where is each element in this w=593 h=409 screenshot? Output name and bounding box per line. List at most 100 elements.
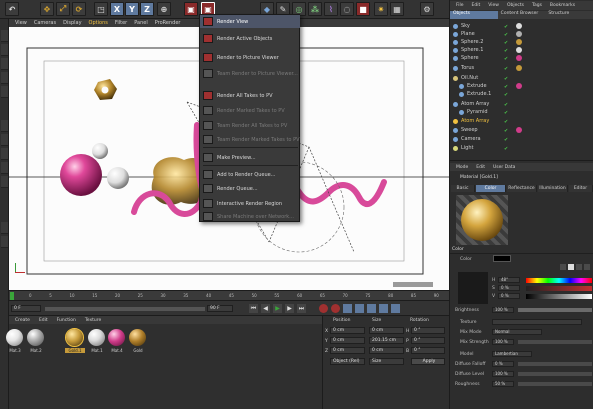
check-icon[interactable]: ✔	[504, 32, 509, 38]
s-slider[interactable]	[526, 286, 592, 291]
object-row[interactable]: Atom Array ✔	[450, 100, 593, 108]
timeline-ruler[interactable]: 0 5 10 15 20 25 30 35 40 45 50 55 60 65 …	[9, 290, 449, 300]
world-icon[interactable]: ⊕	[157, 2, 171, 16]
material-menu-function[interactable]: Function	[57, 318, 76, 323]
autokey-icon[interactable]	[331, 304, 340, 313]
material-tag[interactable]	[516, 23, 522, 29]
material-swatch-mat2[interactable]	[27, 329, 44, 346]
roughness-field[interactable]: 50 %	[492, 381, 514, 387]
material-swatch-gold1[interactable]	[65, 328, 84, 347]
diffuse-level-slider[interactable]	[518, 372, 592, 376]
environment-icon[interactable]: ◌	[340, 2, 354, 16]
position-x-field[interactable]: 0 cm	[330, 327, 365, 334]
object-row-selected[interactable]: Atom Array ✔	[450, 117, 593, 125]
menu-item-render-queue[interactable]: Render Queue...	[200, 182, 300, 195]
check-icon[interactable]: ✔	[504, 110, 509, 116]
color-swatch[interactable]	[493, 255, 511, 262]
check-icon[interactable]: ✔	[504, 76, 509, 82]
rotation-h-field[interactable]: 0 °	[411, 327, 445, 334]
material-tag[interactable]	[516, 31, 522, 37]
check-icon[interactable]: ✔	[504, 84, 509, 90]
material-menu-create[interactable]: Create	[15, 318, 30, 323]
check-icon[interactable]: ✔	[504, 66, 509, 72]
rgb-icon[interactable]	[584, 264, 590, 270]
object-row[interactable]: Extrude.1 ✔	[450, 90, 593, 98]
menu-item-render-to-picture-viewer[interactable]: Render to Picture Viewer	[200, 51, 300, 64]
bp-button[interactable]	[1, 236, 8, 248]
menu-item-team-render-all-takes[interactable]: Team Render All Takes to PV	[200, 119, 300, 132]
prev-key-icon[interactable]: ◀	[261, 304, 270, 313]
lock-icon[interactable]: ◳	[94, 2, 108, 16]
texture-field[interactable]	[492, 319, 582, 325]
texture-mode-button[interactable]	[1, 86, 8, 98]
next-key-icon[interactable]: ▶	[285, 304, 294, 313]
object-row[interactable]: Camera ✔	[450, 135, 593, 143]
undo-button[interactable]: ↶	[5, 2, 19, 16]
check-icon[interactable]: ✔	[504, 146, 509, 152]
check-icon[interactable]: ✔	[504, 128, 509, 134]
material-tag[interactable]	[516, 65, 522, 71]
viewport-menu-options[interactable]: Options	[89, 20, 108, 26]
h-slider[interactable]	[526, 278, 592, 283]
menu-item-team-render-pv[interactable]: Team Render to Picture Viewer...	[200, 67, 300, 80]
size-z-field[interactable]: 0 cm	[369, 347, 404, 354]
menu-item-interactive-render-region[interactable]: Interactive Render Region	[200, 197, 300, 210]
h-field[interactable]: 48°	[498, 277, 520, 283]
move-tool-button[interactable]: ✥	[40, 2, 54, 16]
om-menu-view[interactable]: View	[488, 3, 499, 8]
material-tag[interactable]	[516, 83, 522, 89]
viewport-menu-view[interactable]: View	[15, 20, 27, 26]
points-mode-button[interactable]	[1, 30, 8, 42]
model-mode-button[interactable]	[1, 72, 8, 84]
size-y-field[interactable]: 201.15 cm	[369, 337, 404, 344]
coordinate-mode-select[interactable]: Object (Rel)	[330, 358, 365, 365]
mix-mode-select[interactable]: Normal	[492, 329, 542, 335]
v-field[interactable]: 0 %	[498, 293, 520, 299]
menu-item-share-machine[interactable]: Share Machine over Network...	[200, 210, 300, 223]
menu-item-render-all-takes[interactable]: Render All Takes to PV	[200, 89, 300, 102]
material-tag[interactable]	[516, 127, 522, 133]
apply-button[interactable]: Apply	[411, 358, 445, 365]
mix-strength-field[interactable]: 100 %	[492, 339, 514, 345]
material-tag[interactable]	[516, 39, 522, 45]
keyframe-selection-icon[interactable]	[343, 304, 352, 313]
pink-sphere[interactable]	[60, 154, 102, 196]
record-icon[interactable]	[319, 304, 328, 313]
render-view-button[interactable]: ▣	[184, 2, 198, 16]
diffuse-level-field[interactable]: 100 %	[492, 371, 514, 377]
y-axis-button[interactable]: Y	[125, 2, 139, 16]
layout-icon[interactable]: ▦	[390, 2, 404, 16]
go-start-icon[interactable]: ⏮	[249, 304, 258, 313]
om-menu-objects[interactable]: Objects	[507, 3, 524, 8]
object-row[interactable]: Pyramid ✔	[450, 108, 593, 116]
frame-range-slider[interactable]	[45, 307, 205, 311]
material-menu-edit[interactable]: Edit	[39, 318, 48, 323]
viewport-menu-panel[interactable]: Panel	[134, 20, 148, 26]
camera-icon[interactable]: ■	[356, 2, 370, 16]
check-icon[interactable]: ✔	[504, 48, 509, 54]
viewport-menu-cameras[interactable]: Cameras	[34, 20, 56, 26]
material-swatch-mat4[interactable]	[108, 329, 125, 346]
key-rotation-icon[interactable]	[367, 304, 376, 313]
tab-reflectance[interactable]: Reflectance	[507, 185, 537, 192]
diffuse-falloff-field[interactable]: 0 %	[492, 361, 514, 367]
attr-menu-user-data[interactable]: User Data	[493, 165, 515, 170]
material-swatch-mat3[interactable]	[6, 329, 23, 346]
check-icon[interactable]: ✔	[504, 40, 509, 46]
s-field[interactable]: 0 %	[498, 285, 520, 291]
axis-button[interactable]	[1, 148, 8, 160]
om-menu-file[interactable]: File	[456, 3, 464, 8]
om-menu-tags[interactable]: Tags	[532, 3, 542, 8]
position-z-field[interactable]: 0 cm	[330, 347, 365, 354]
key-scale-icon[interactable]	[379, 304, 388, 313]
menu-item-render-active-objects[interactable]: Render Active Objects	[200, 32, 300, 45]
diffuse-falloff-slider[interactable]	[518, 362, 592, 366]
viewport-menu-filter[interactable]: Filter	[115, 20, 127, 26]
tab-objects[interactable]: Objects	[450, 11, 498, 19]
light-icon[interactable]: ✷	[374, 2, 388, 16]
material-swatch-mat1[interactable]	[88, 329, 105, 346]
x-axis-button[interactable]: X	[110, 2, 124, 16]
spectrum-icon[interactable]	[568, 264, 574, 270]
workplane-button[interactable]	[1, 120, 8, 132]
polygons-mode-button[interactable]	[1, 58, 8, 70]
